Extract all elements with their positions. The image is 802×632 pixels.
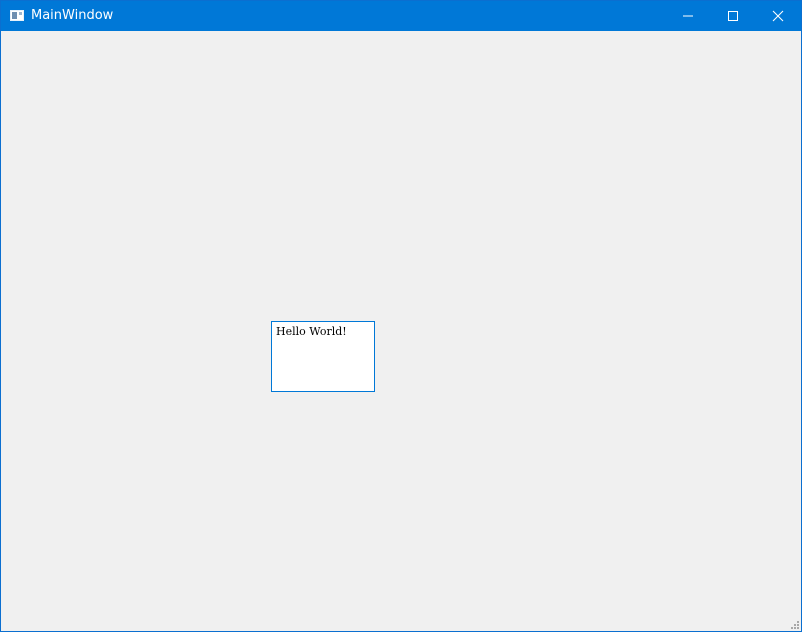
title-bar[interactable]: MainWindow [1,1,801,31]
hello-text-box[interactable]: Hello World! [271,321,375,392]
maximize-button[interactable] [710,1,756,31]
minimize-icon [683,15,693,17]
window-title: MainWindow [31,8,114,23]
close-icon [772,10,784,22]
minimize-button[interactable] [665,1,711,31]
size-grip-icon[interactable] [791,621,799,629]
app-window-icon[interactable] [10,10,24,21]
maximize-icon [728,11,738,21]
main-window: MainWindow Hello World! [0,0,802,632]
text-box-value: Hello World! [276,325,347,338]
content-area: Hello World! [1,31,801,631]
close-button[interactable] [755,1,801,31]
